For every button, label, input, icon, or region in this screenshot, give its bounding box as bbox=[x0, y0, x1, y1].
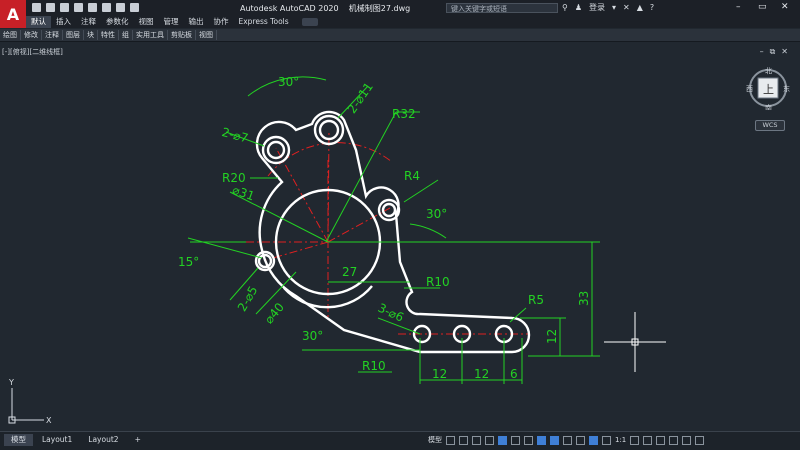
dim-text-d6: 3-⌀6 bbox=[376, 301, 406, 325]
snap-icon[interactable] bbox=[459, 435, 468, 445]
dim-text-r10-upper: R10 bbox=[426, 275, 450, 289]
dim-text-ang30-right: 30° bbox=[426, 207, 447, 221]
compass-east[interactable]: 东 bbox=[783, 84, 790, 93]
dim-text-w12b: 12 bbox=[474, 367, 489, 381]
dim-text-d5: 2-⌀5 bbox=[235, 284, 261, 314]
model-space-button[interactable]: 模型 bbox=[428, 435, 442, 445]
dim-text-ang30-top: 30° bbox=[278, 75, 299, 89]
cube-top-label: 上 bbox=[763, 83, 774, 96]
dim-text-ang30-bottom: 30° bbox=[302, 329, 323, 343]
dim-text-d31: ⌀31 bbox=[230, 183, 256, 204]
annotation-scale[interactable]: 1:1 bbox=[615, 436, 626, 444]
dim-text-ang15: 15° bbox=[178, 255, 199, 269]
isodraft-icon[interactable] bbox=[524, 435, 533, 445]
ucs-icon bbox=[8, 388, 44, 424]
tab-layout2[interactable]: Layout2 bbox=[81, 434, 125, 446]
dim-text-d7: 2-⌀7 bbox=[220, 125, 250, 145]
annotation-visibility-icon[interactable] bbox=[589, 435, 598, 445]
gear-icon[interactable] bbox=[630, 435, 640, 445]
ucs-x-label: X bbox=[46, 416, 52, 425]
infer-icon[interactable] bbox=[472, 435, 481, 445]
polar-icon[interactable] bbox=[511, 435, 520, 445]
hole-r4-inner bbox=[381, 202, 397, 218]
layout-tabs: 模型 Layout1 Layout2 + bbox=[4, 434, 148, 446]
dim-30-right-arc bbox=[409, 223, 447, 239]
tab-model[interactable]: 模型 bbox=[4, 434, 33, 446]
dim-text-w12a: 12 bbox=[432, 367, 447, 381]
transparency-icon[interactable] bbox=[576, 435, 585, 445]
dim-text-r5: R5 bbox=[528, 293, 544, 307]
crosshair-cursor bbox=[604, 312, 666, 372]
drawing-svg: 30° 2-⌀11 R32 2-⌀7 R20 R4 ⌀31 30° 15° 2-… bbox=[8, 75, 666, 425]
isolate-icon[interactable] bbox=[656, 435, 666, 445]
status-bar: 模型 Layout1 Layout2 + 模型 1:1 bbox=[0, 431, 800, 450]
centerline-hole-b bbox=[327, 129, 330, 243]
centerline-hole-a bbox=[275, 147, 329, 243]
plus-icon[interactable] bbox=[643, 435, 653, 445]
dim-r32-leader bbox=[325, 111, 397, 243]
ortho-icon[interactable] bbox=[498, 435, 507, 445]
hole-7-inner bbox=[266, 140, 286, 160]
grid-icon[interactable] bbox=[446, 435, 455, 445]
status-toggles: 模型 1:1 bbox=[428, 435, 705, 445]
dynamic-input-icon[interactable] bbox=[485, 435, 494, 445]
customize-icon[interactable] bbox=[695, 435, 705, 445]
dim-text-h33: 33 bbox=[577, 291, 591, 306]
object-snap-tracking-icon[interactable] bbox=[537, 435, 546, 445]
viewcube[interactable]: 上 北 南 东 西 bbox=[746, 66, 790, 112]
object-snap-icon[interactable] bbox=[550, 435, 559, 445]
dim-text-d11: 2-⌀11 bbox=[345, 80, 376, 116]
lineweight-icon[interactable] bbox=[563, 435, 572, 445]
clean-screen-icon[interactable] bbox=[682, 435, 692, 445]
dim-text-r32: R32 bbox=[392, 107, 416, 121]
compass-north[interactable]: 北 bbox=[765, 67, 772, 75]
wcs-menu[interactable]: WCS bbox=[755, 120, 785, 131]
tab-layout1[interactable]: Layout1 bbox=[35, 434, 79, 446]
dim-text-r10-lower: R10 bbox=[362, 359, 386, 373]
dim-text-w6: 6 bbox=[510, 367, 518, 381]
dim-r4-leader bbox=[403, 179, 439, 203]
autoscale-icon[interactable] bbox=[602, 435, 611, 445]
compass-west[interactable]: 西 bbox=[746, 85, 753, 93]
dim-text-d27: 27 bbox=[342, 265, 357, 279]
add-layout-button[interactable]: + bbox=[128, 434, 148, 446]
compass-south[interactable]: 南 bbox=[765, 103, 772, 112]
dim-text-r20: R20 bbox=[222, 171, 246, 185]
dim-text-r4: R4 bbox=[404, 169, 420, 183]
ucs-y-label: Y bbox=[8, 378, 14, 387]
hardware-acceleration-icon[interactable] bbox=[669, 435, 679, 445]
dim-text-h12: 12 bbox=[545, 329, 559, 344]
